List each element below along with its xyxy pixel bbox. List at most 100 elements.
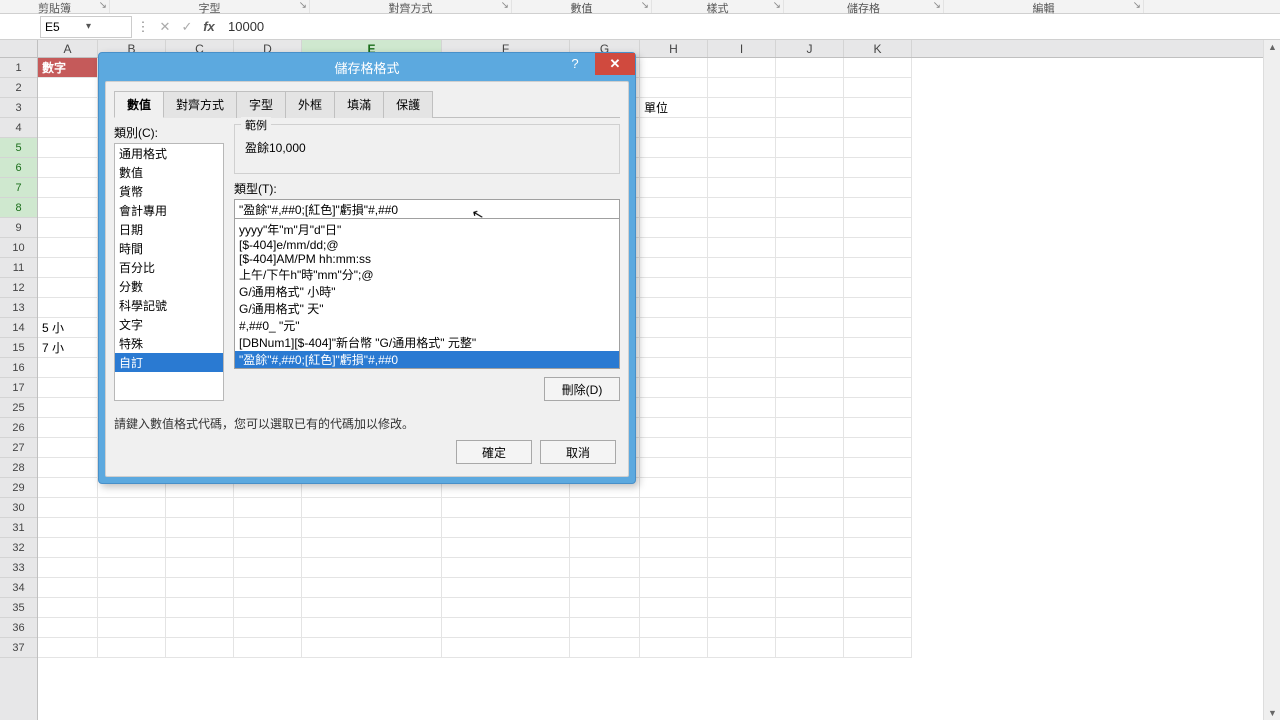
- cell[interactable]: [442, 538, 570, 558]
- cell[interactable]: [708, 178, 776, 198]
- cell[interactable]: [708, 398, 776, 418]
- name-box[interactable]: E5 ▾: [40, 16, 132, 38]
- cell[interactable]: [844, 398, 912, 418]
- cell[interactable]: [844, 478, 912, 498]
- row-header[interactable]: 36: [0, 618, 37, 638]
- cell[interactable]: [776, 358, 844, 378]
- formula-splitter[interactable]: ⋮: [132, 16, 154, 38]
- cell[interactable]: [708, 198, 776, 218]
- cell[interactable]: [776, 618, 844, 638]
- cell[interactable]: [776, 278, 844, 298]
- cell[interactable]: [708, 598, 776, 618]
- row-header[interactable]: 15: [0, 338, 37, 358]
- row-header[interactable]: 30: [0, 498, 37, 518]
- cell[interactable]: [640, 278, 708, 298]
- type-item[interactable]: 上午/下午h"時"mm"分";@: [235, 266, 619, 283]
- select-all-corner[interactable]: [0, 40, 37, 58]
- cell[interactable]: [776, 298, 844, 318]
- type-item[interactable]: "盈餘"#,##0;[紅色]"虧損"#,##0: [235, 351, 619, 368]
- cell[interactable]: [640, 478, 708, 498]
- cell[interactable]: [442, 598, 570, 618]
- cell[interactable]: 7 小: [38, 338, 98, 358]
- dialog-launcher-icon[interactable]: ↘: [1133, 0, 1141, 11]
- type-item[interactable]: [DBNum1][$-404]"新台幣 "G/通用格式" 元整": [235, 334, 619, 351]
- category-item[interactable]: 特殊: [115, 334, 223, 353]
- cell[interactable]: [844, 598, 912, 618]
- cell[interactable]: [640, 178, 708, 198]
- cell[interactable]: [708, 158, 776, 178]
- cell[interactable]: [234, 618, 302, 638]
- cell[interactable]: [844, 498, 912, 518]
- cell[interactable]: [98, 598, 166, 618]
- cell[interactable]: [844, 358, 912, 378]
- cell[interactable]: [776, 138, 844, 158]
- cell[interactable]: [640, 158, 708, 178]
- cell[interactable]: [98, 538, 166, 558]
- cell[interactable]: [708, 478, 776, 498]
- cell[interactable]: [570, 558, 640, 578]
- cell[interactable]: [708, 298, 776, 318]
- cell[interactable]: [708, 518, 776, 538]
- cell[interactable]: [776, 598, 844, 618]
- cell[interactable]: [570, 538, 640, 558]
- cell[interactable]: [38, 378, 98, 398]
- cell[interactable]: [844, 438, 912, 458]
- cell[interactable]: [640, 538, 708, 558]
- cell[interactable]: [640, 218, 708, 238]
- row-header[interactable]: 1: [0, 58, 37, 78]
- cell[interactable]: [708, 358, 776, 378]
- cell[interactable]: [166, 598, 234, 618]
- cell[interactable]: [640, 618, 708, 638]
- cell[interactable]: [38, 578, 98, 598]
- category-item[interactable]: 貨幣: [115, 182, 223, 201]
- cell[interactable]: [708, 438, 776, 458]
- cell[interactable]: [442, 578, 570, 598]
- cell[interactable]: [38, 518, 98, 538]
- column-header[interactable]: H: [640, 40, 708, 57]
- row-header[interactable]: 32: [0, 538, 37, 558]
- cell[interactable]: [776, 258, 844, 278]
- category-item[interactable]: 分數: [115, 277, 223, 296]
- row-header[interactable]: 7: [0, 178, 37, 198]
- cell[interactable]: [38, 558, 98, 578]
- cell[interactable]: [640, 458, 708, 478]
- cell[interactable]: [166, 538, 234, 558]
- cell[interactable]: [38, 238, 98, 258]
- cell[interactable]: [640, 358, 708, 378]
- row-header[interactable]: 3: [0, 98, 37, 118]
- cell[interactable]: [640, 58, 708, 78]
- cell[interactable]: [844, 218, 912, 238]
- category-item[interactable]: 文字: [115, 315, 223, 334]
- dialog-launcher-icon[interactable]: ↘: [933, 0, 941, 11]
- cell[interactable]: [640, 118, 708, 138]
- cell[interactable]: [708, 278, 776, 298]
- type-input[interactable]: [234, 199, 620, 219]
- type-item[interactable]: G/通用格式" 小時": [235, 283, 619, 300]
- cell[interactable]: [38, 398, 98, 418]
- row-header[interactable]: 11: [0, 258, 37, 278]
- cell[interactable]: [776, 558, 844, 578]
- cell[interactable]: [38, 198, 98, 218]
- cell[interactable]: [640, 78, 708, 98]
- cell[interactable]: [844, 138, 912, 158]
- cell[interactable]: [38, 218, 98, 238]
- dialog-launcher-icon[interactable]: ↘: [501, 0, 509, 11]
- cell[interactable]: [776, 398, 844, 418]
- row-header[interactable]: 13: [0, 298, 37, 318]
- column-header[interactable]: A: [38, 40, 98, 57]
- type-item[interactable]: yyyy"年"m"月"d"日": [235, 221, 619, 238]
- dialog-tab[interactable]: 填滿: [334, 91, 384, 118]
- row-header[interactable]: 6: [0, 158, 37, 178]
- row-header[interactable]: 35: [0, 598, 37, 618]
- cell[interactable]: [776, 438, 844, 458]
- cell[interactable]: [708, 558, 776, 578]
- cell[interactable]: [640, 398, 708, 418]
- cell[interactable]: [98, 558, 166, 578]
- name-box-dropdown-icon[interactable]: ▾: [86, 21, 127, 32]
- dialog-titlebar[interactable]: 儲存格格式 ? ✕: [99, 53, 635, 81]
- ok-button[interactable]: 確定: [456, 440, 532, 464]
- row-header[interactable]: 33: [0, 558, 37, 578]
- row-header[interactable]: 28: [0, 458, 37, 478]
- row-header[interactable]: 14: [0, 318, 37, 338]
- cell[interactable]: [844, 418, 912, 438]
